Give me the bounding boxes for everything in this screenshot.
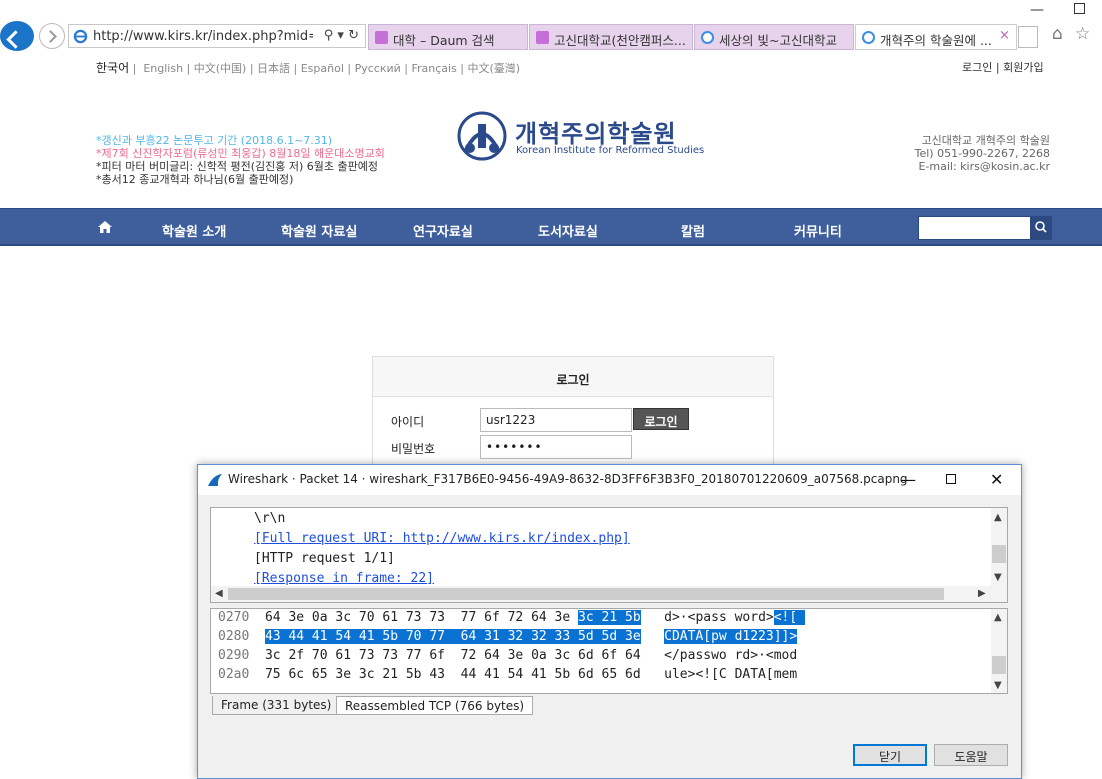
- hex-bytes-selected: 3c 21 5b: [578, 610, 641, 625]
- hex-offset: 0270: [218, 610, 250, 625]
- password-input[interactable]: •••••••: [480, 435, 632, 459]
- notice-item[interactable]: *피터 마터 버미글리: 신학적 평전(김진홍 저) 6월초 출판예정: [96, 160, 385, 173]
- daum-favicon-icon: [536, 31, 549, 44]
- tab-label: 세상의 빛~고신대학교: [719, 33, 837, 48]
- tab-label: 대학 – Daum 검색: [393, 33, 495, 48]
- tree-line-link[interactable]: [Full request URI: http://www.kirs.kr/in…: [254, 531, 630, 546]
- tab-reassembled-tcp[interactable]: Reassembled TCP (766 bytes): [336, 696, 534, 715]
- home-icon[interactable]: ⌂: [1052, 24, 1063, 44]
- scroll-right-icon[interactable]: ▶: [978, 588, 986, 599]
- hex-bytes-selected: 43 44 41 54 41 5b 70 77 64 31 32 32 33 5…: [264, 629, 641, 644]
- tree-vertical-scroll-thumb[interactable]: [992, 545, 1006, 563]
- window-maximize-icon[interactable]: [1074, 3, 1085, 14]
- hex-ascii: d>·<pass word>: [664, 610, 774, 625]
- tree-line[interactable]: [HTTP request 1/1]: [254, 551, 395, 566]
- hex-bytes: 75 6c 65 3e 3c 21 5b 43 44 41 54 41 5b 6…: [264, 667, 641, 682]
- hex-bytes: 64 3e 0a 3c 70 61 73 73 77 6f 72 64 3e: [264, 610, 579, 625]
- contact-line: E-mail: kirs@kosin.ac.kr: [918, 160, 1050, 173]
- window-minimize-icon[interactable]: —: [1030, 2, 1044, 18]
- hex-offset: 0290: [218, 648, 250, 663]
- address-url: http://www.kirs.kr/index.php?mid=home: [93, 29, 313, 44]
- home-icon[interactable]: [98, 221, 112, 233]
- login-title: 로그인: [373, 357, 773, 397]
- dialog-maximize-icon[interactable]: [946, 474, 956, 484]
- id-input[interactable]: usr1223: [480, 408, 632, 432]
- login-button[interactable]: 로그인: [633, 408, 689, 430]
- ie-favicon-icon: [701, 31, 714, 44]
- account-links: 로그인 | 회원가입: [962, 61, 1044, 74]
- scroll-down-icon[interactable]: ▼: [994, 680, 1002, 691]
- nav-item-column[interactable]: 칼럼: [681, 221, 705, 240]
- browser-tab-3[interactable]: 세상의 빛~고신대학교: [694, 24, 854, 50]
- favorites-star-icon[interactable]: ☆: [1075, 24, 1090, 44]
- tree-horizontal-scroll-thumb[interactable]: [228, 588, 944, 600]
- address-tools-icon[interactable]: ⚲ ▾ ↻: [324, 28, 359, 43]
- notice-item[interactable]: *총서12 종교개혁과 하나님(6월 출판예정): [96, 173, 385, 186]
- tab-label: 고신대학교(천안캠퍼스...: [554, 33, 686, 48]
- hex-ascii-selected: <![: [773, 610, 806, 625]
- tree-line-link[interactable]: [Response in frame: 22]: [254, 571, 434, 586]
- hex-bytes: 3c 2f 70 61 73 73 77 6f 72 64 3e 0a 3c 6…: [264, 648, 641, 663]
- site-search-button[interactable]: [1030, 216, 1052, 240]
- language-others[interactable]: English | 中文(中国) | 日本語 | Español | Русск…: [143, 62, 520, 75]
- scroll-up-icon[interactable]: ▲: [994, 612, 1002, 623]
- nav-item-library[interactable]: 도서자료실: [538, 221, 598, 240]
- hex-row[interactable]: 0280 43 44 41 54 41 5b 70 77 64 31 32 32…: [218, 627, 798, 646]
- close-button[interactable]: 닫기: [853, 744, 927, 766]
- address-bar[interactable]: http://www.kirs.kr/index.php?mid=home ⚲ …: [68, 24, 366, 48]
- ie-icon: [73, 29, 88, 44]
- browser-tab-1[interactable]: 대학 – Daum 검색: [368, 24, 528, 50]
- nav-item-about[interactable]: 학술원 소개: [162, 221, 226, 240]
- contact-line: 고신대학교 개혁주의 학술원: [921, 134, 1050, 147]
- contact-info: 고신대학교 개혁주의 학술원 Tel) 051-990-2267, 2268 E…: [860, 134, 1050, 173]
- hex-ascii-selected: CDATA[pw d1223]]>: [664, 629, 798, 644]
- hex-vertical-scroll-thumb[interactable]: [992, 656, 1006, 674]
- wireshark-fin-icon: [208, 474, 222, 486]
- tab-frame-bytes[interactable]: Frame (331 bytes): [212, 696, 341, 715]
- notice-item[interactable]: *제7회 신진학자포럼(류성민 최웅갑) 8월18일 해운대소명교회: [96, 147, 385, 160]
- daum-favicon-icon: [375, 31, 388, 44]
- scroll-left-icon[interactable]: ◀: [215, 588, 223, 599]
- tab-label: 개혁주의 학술원에 ...: [880, 33, 992, 48]
- browser-tab-2[interactable]: 고신대학교(천안캠퍼스...: [529, 24, 693, 50]
- scroll-down-icon[interactable]: ▼: [994, 572, 1002, 583]
- logo-subtitle: Korean Institute for Reformed Studies: [516, 145, 705, 156]
- hex-row[interactable]: 02a0 75 6c 65 3e 3c 21 5b 43 44 41 54 41…: [218, 665, 797, 684]
- notice-item[interactable]: *갱신과 부흥22 논문투고 기간 (2018.6.1~7.31): [96, 134, 385, 147]
- logo-title[interactable]: 개혁주의학술원: [515, 114, 677, 149]
- site-search-input[interactable]: [918, 216, 1031, 240]
- hex-ascii: ule><![C DATA[mem: [664, 667, 798, 682]
- notice-list: *갱신과 부흥22 논문투고 기간 (2018.6.1~7.31) *제7회 신…: [96, 134, 385, 186]
- contact-line: Tel) 051-990-2267, 2268: [914, 147, 1050, 160]
- nav-item-community[interactable]: 커뮤니티: [794, 221, 842, 240]
- forward-button[interactable]: [39, 23, 65, 49]
- hex-offset: 0280: [218, 629, 250, 644]
- help-button[interactable]: 도움말: [934, 744, 1008, 766]
- new-tab-button[interactable]: [1018, 26, 1038, 48]
- tab-close-icon[interactable]: ×: [999, 28, 1010, 43]
- browser-tab-4-active[interactable]: 개혁주의 학술원에 ...: [855, 24, 1017, 50]
- join-link[interactable]: 회원가입: [1003, 61, 1043, 74]
- id-label: 아이디: [391, 415, 425, 429]
- dialog-close-icon[interactable]: ✕: [990, 470, 1003, 489]
- dialog-minimize-icon[interactable]: —: [900, 470, 916, 489]
- nav-item-archive[interactable]: 학술원 자료실: [281, 221, 357, 240]
- tree-line[interactable]: \r\n: [254, 511, 285, 526]
- kirs-logo-icon[interactable]: [456, 110, 508, 162]
- hex-row[interactable]: 0270 64 3e 0a 3c 70 61 73 73 77 6f 72 64…: [218, 608, 806, 627]
- hex-row[interactable]: 0290 3c 2f 70 61 73 73 77 6f 72 64 3e 0a…: [218, 646, 797, 665]
- back-button[interactable]: [0, 21, 34, 51]
- hex-offset: 02a0: [218, 667, 250, 682]
- dialog-title: Wireshark · Packet 14 · wireshark_F317B6…: [228, 472, 908, 486]
- search-icon: [1035, 221, 1047, 233]
- language-bar: 한국어 | English | 中文(中国) | 日本語 | Español |…: [96, 61, 521, 75]
- ie-favicon-icon: [862, 31, 875, 44]
- hex-ascii: </passwo rd>·<mod: [664, 648, 798, 663]
- nav-item-research[interactable]: 연구자료실: [413, 221, 473, 240]
- language-current[interactable]: 한국어: [96, 61, 129, 75]
- scroll-up-icon[interactable]: ▲: [994, 512, 1002, 523]
- password-label: 비밀번호: [391, 442, 436, 456]
- login-link[interactable]: 로그인: [962, 61, 992, 74]
